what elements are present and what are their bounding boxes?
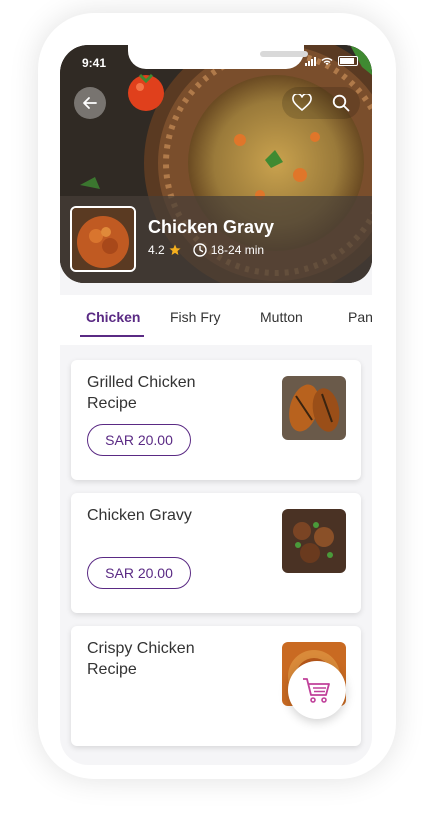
active-tab-indicator (80, 335, 144, 337)
cart-button[interactable] (288, 661, 346, 719)
price-button[interactable]: SAR 20.00 (87, 557, 191, 589)
phone-frame: 9:41 Chicken Gravy 4.2 18-24 min Chicken… (38, 13, 396, 779)
rating-value: 4.2 (148, 243, 165, 257)
price-button[interactable]: SAR 20.00 (87, 424, 191, 456)
status-time: 9:41 (82, 56, 107, 70)
status-icons (305, 56, 358, 66)
search-icon (332, 94, 349, 112)
heart-icon (291, 94, 312, 112)
star-icon (169, 244, 181, 255)
menu-item-title: Chicken Gravy (87, 507, 192, 524)
favorite-button[interactable] (291, 92, 313, 114)
tab-chicken[interactable]: Chicken (86, 309, 140, 325)
menu-item-card[interactable]: Grilled Chicken Recipe SAR 20.00 (71, 360, 361, 480)
wifi-icon (321, 57, 333, 65)
dish-thumbnail (70, 206, 136, 272)
app-screen: 9:41 Chicken Gravy 4.2 18-24 min Chicken… (60, 45, 372, 765)
category-tabs: Chicken Fish Fry Mutton Pan (60, 295, 372, 345)
back-button[interactable] (74, 87, 106, 119)
tab-pan[interactable]: Pan (348, 309, 372, 325)
menu-item-title: Grilled Chicken Recipe (87, 374, 196, 412)
tab-mutton[interactable]: Mutton (260, 309, 303, 325)
menu-item-image (282, 376, 346, 440)
top-actions (282, 87, 360, 119)
dish-meta: 4.2 18-24 min (148, 243, 264, 257)
menu-item-title: Crispy Chicken Recipe (87, 640, 195, 678)
cook-time: 18-24 min (210, 243, 265, 257)
menu-item-card[interactable]: Chicken Gravy SAR 20.00 (71, 493, 361, 613)
battery-icon (338, 56, 358, 66)
cart-icon (303, 678, 330, 703)
clock-icon (192, 243, 207, 257)
signal-icon (305, 56, 316, 66)
menu-item-image (282, 509, 346, 573)
hero-banner: 9:41 Chicken Gravy 4.2 18-24 min (60, 45, 372, 283)
notch (128, 45, 308, 69)
speaker (260, 51, 308, 57)
tab-fish-fry[interactable]: Fish Fry (170, 309, 221, 325)
dish-title: Chicken Gravy (148, 217, 275, 237)
search-button[interactable] (330, 92, 352, 114)
back-arrow-icon (83, 97, 97, 109)
